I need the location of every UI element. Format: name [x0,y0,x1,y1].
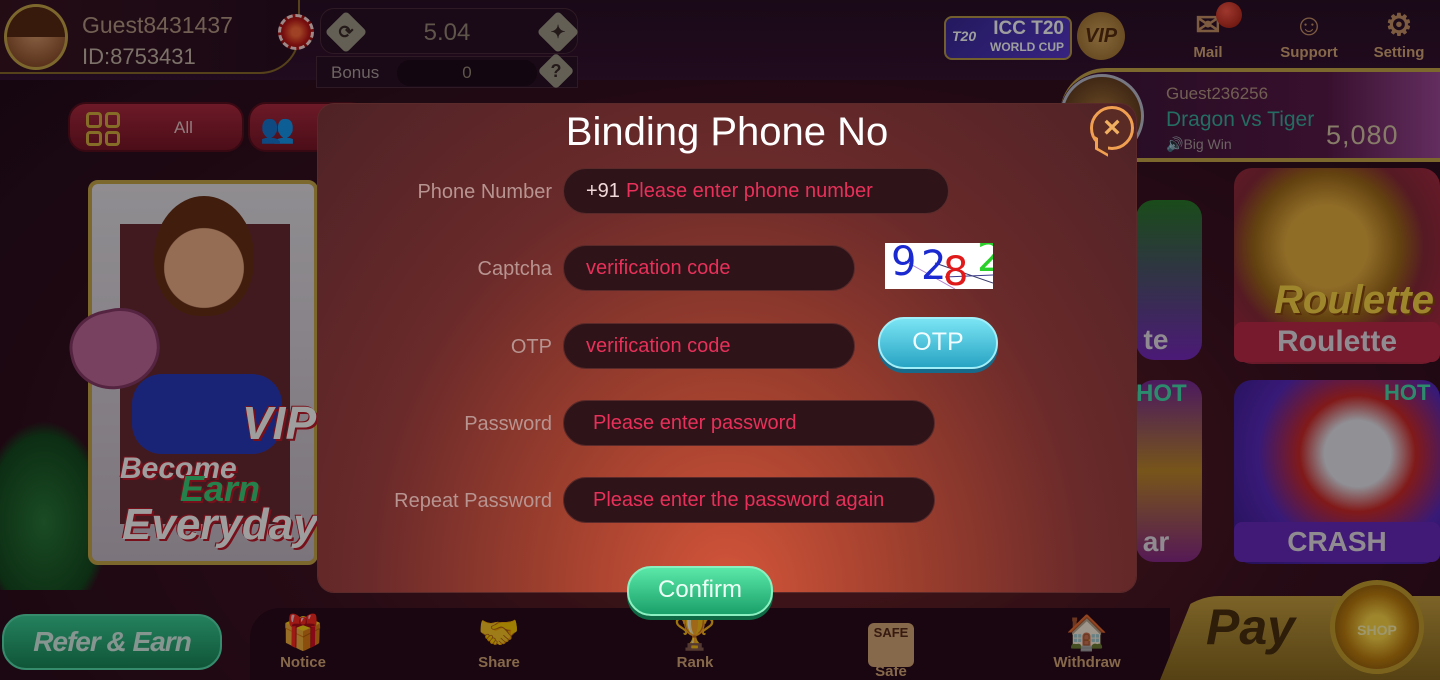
nav-share[interactable]: 🤝 Share [454,608,544,680]
vip-promo-banner[interactable]: VIP Become Earn Everyday [62,180,318,565]
safe-icon: SAFE [846,608,936,667]
tab-all[interactable]: All [68,102,244,152]
bonus-panel: Bonus 0 ? [316,52,578,90]
phone-number-label: Phone Number [417,181,552,203]
withdraw-icon: 🏠 [1065,614,1109,652]
captcha-char: 2 [977,243,993,281]
bonus-help-icon[interactable]: ? [537,52,575,90]
captcha-char: 9 [891,243,917,285]
pay-button[interactable]: Pay [1206,598,1295,656]
captcha-image[interactable]: 9 2 8 2 [885,243,993,289]
nav-safe[interactable]: SAFE Safe [846,608,936,680]
captcha-char: 8 [943,249,969,289]
game-tile[interactable]: te [1136,200,1202,360]
gift-icon: 🎁 [281,614,325,652]
password-input[interactable]: Please enter password [563,400,935,446]
big-win-tag: 🔊Big Win [1166,136,1232,152]
people-icon: 👥 [260,113,295,144]
game-tile[interactable]: HOT ar [1136,380,1202,562]
refer-earn-button[interactable]: Refer & Earn [2,614,222,670]
otp-input[interactable]: verification code [563,323,855,369]
repeat-password-input[interactable]: Please enter the password again [563,477,935,523]
close-icon: × [1103,111,1121,144]
shop-button[interactable]: SHOP [1330,580,1424,674]
support-icon: ☺ [1293,9,1325,42]
chip-icon [278,14,314,50]
balance-value: 5.04 [423,19,471,46]
t20-logo-icon: T20 [952,28,977,44]
game-tile-crash[interactable]: HOT CRASH [1234,380,1440,564]
grid-icon [86,112,120,146]
add-balance-icon[interactable]: ✦ [536,10,580,54]
vip-button[interactable]: VIP [1077,12,1125,60]
close-button[interactable]: × [1090,106,1134,150]
t20-world-cup-badge[interactable]: T20 ICC T20 WORLD CUP [944,16,1072,60]
send-otp-button[interactable]: OTP [878,317,998,369]
setting-button[interactable]: ⚙ Setting [1366,8,1432,61]
balance-panel: ⟳ 5.04 ✦ [320,8,580,54]
captcha-label: Captcha [477,258,553,280]
refresh-balance-icon[interactable]: ⟳ [324,10,368,54]
bottom-nav: 🎁 Notice 🤝 Share 🏆 Rank SAFE Safe 🏠 With… [250,608,1170,680]
gear-icon: ⚙ [1385,9,1413,42]
profile-panel[interactable]: Guest8431437 ID:8753431 [0,0,300,74]
nav-notice[interactable]: 🎁 Notice [258,608,348,680]
otp-label: OTP [510,336,552,358]
user-avatar[interactable] [4,4,68,70]
country-code: +91 [586,180,620,202]
bonus-value: 0 [397,60,537,86]
nav-withdraw[interactable]: 🏠 Withdraw [1042,608,1132,680]
captcha-input[interactable]: verification code [563,245,855,291]
nav-rank[interactable]: 🏆 Rank [650,608,740,680]
winner-name: Guest236256 [1166,84,1269,103]
support-button[interactable]: ☺ Support [1272,8,1346,61]
phone-number-input[interactable]: +91 Please enter phone number [563,168,949,214]
win-amount: 5,080 [1326,120,1399,150]
user-id: ID:8753431 [82,44,196,69]
handshake-icon: 🤝 [477,614,521,652]
username: Guest8431437 [82,12,233,38]
bonus-label: Bonus [331,63,380,82]
repeat-password-label: Repeat Password [394,490,552,512]
notification-dot [1216,2,1242,28]
character-illustration [154,196,254,316]
winner-game: Dragon vs Tiger [1166,108,1315,131]
password-label: Password [464,413,552,435]
confirm-button[interactable]: Confirm [627,566,773,616]
game-tile-roulette[interactable]: Roulette Roulette [1234,168,1440,364]
dialog-title: Binding Phone No [565,110,889,154]
